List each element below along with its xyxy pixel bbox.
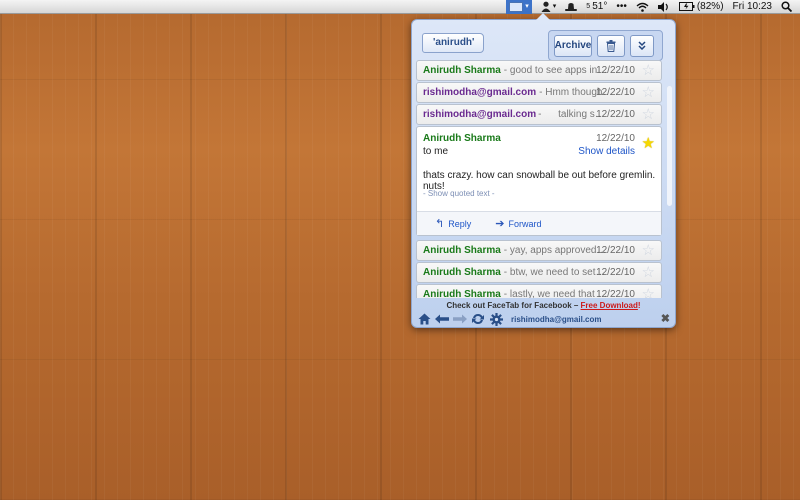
thread-row[interactable]: rishimodha@gmail.com - talking sn... 12/… [416,104,662,125]
forward-arrow-icon[interactable] [453,312,467,326]
thread-row[interactable]: Anirudh Sharma - yay, apps approved :) l… [416,240,662,261]
battery-icon[interactable]: (82%) [678,0,724,14]
thread-sender: Anirudh Sharma [423,267,501,278]
star-icon[interactable]: ☆ [642,265,655,280]
thread-date: 12/22/10 [596,109,635,120]
archive-button[interactable]: Archive [554,34,592,57]
promo-banner: Check out FaceTab for Facebook – Free Do… [412,301,675,310]
show-quoted-text-link[interactable]: - Show quoted text - [423,189,495,198]
thread-date: 12/22/10 [596,245,635,256]
spotlight-icon[interactable] [781,0,792,14]
thread-snippet: - btw, we need to setup ... [503,267,608,278]
thread-date: 12/22/10 [596,289,635,298]
double-chevron-down-icon [638,41,646,50]
promo-text: Check out FaceTab for Facebook – [446,301,581,310]
promo-end: ! [637,301,641,310]
thread-date: 12/22/10 [596,87,635,98]
weather-small-value: 5 [586,2,591,10]
refresh-icon[interactable] [471,312,485,326]
open-message: Anirudh Sharma 12/22/10 to me Show detai… [416,126,662,236]
user-icon[interactable]: ▾ [541,0,556,14]
more-actions-button[interactable] [630,34,654,57]
thread-sender: rishimodha@gmail.com [423,87,537,98]
reply-label: Reply [448,218,472,229]
thread-sender: Anirudh Sharma [423,65,501,76]
back-arrow-icon[interactable] [435,312,449,326]
clock[interactable]: Fri 10:23 [733,0,772,14]
thread-row[interactable]: Anirudh Sharma - good to see apps in re.… [416,60,662,81]
temperature-icon[interactable]: 5 51° [586,0,607,14]
dots-icon[interactable]: ••• [616,0,627,14]
back-to-search-button[interactable]: 'anirudh' [422,33,485,53]
thread-row[interactable]: rishimodha@gmail.com - Hmm thought ... 1… [416,82,662,103]
account-email: rishimodha@gmail.com [511,314,602,324]
message-date: 12/22/10 [596,133,635,144]
mail-popup: 'anirudh' Archive Anirudh Sharma - good … [411,13,676,328]
thread-sender: Anirudh Sharma [423,289,501,298]
thread-sender: rishimodha@gmail.com [423,109,537,120]
battery-percent: (82%) [696,0,724,12]
message-sender: Anirudh Sharma [423,133,501,144]
home-icon[interactable] [417,312,431,326]
thread-snippet: - yay, apps approved :) l... [503,245,608,256]
star-icon[interactable]: ☆ [642,85,655,100]
forward-label: Forward [508,218,542,229]
message-recipient: to me [423,146,449,157]
weather-temp: 51° [592,0,608,12]
thread-sender: Anirudh Sharma [423,245,501,256]
thread-row[interactable]: Anirudh Sharma - btw, we need to setup .… [416,262,662,283]
thread-date: 12/22/10 [596,267,635,278]
free-download-link[interactable]: Free Download [581,301,638,310]
popup-footer: rishimodha@gmail.com ✖ [417,312,670,326]
forward-arrow-icon: ➔ [495,218,505,230]
thread-snippet: - lastly, we need that to... [503,289,608,298]
volume-icon[interactable] [657,0,670,14]
wifi-icon[interactable] [636,0,649,14]
message-actions: ↰ Reply ➔ Forward [417,211,661,235]
star-icon[interactable]: ☆ [642,287,655,298]
reply-arrow-icon: ↰ [435,218,445,230]
thread-snippet: - [538,109,542,120]
thread-date: 12/22/10 [596,65,635,76]
mail-icon[interactable]: ▾ [506,0,532,14]
delete-button[interactable] [597,34,625,57]
hat-icon[interactable] [565,0,578,14]
thread-snippet: - good to see apps in re... [503,65,608,76]
menu-bar: ▾ ▾ 5 51° ••• (82%) Fri 10:23 [0,0,800,14]
forward-button[interactable]: ➔ Forward [495,217,541,230]
star-icon[interactable]: ☆ [642,63,655,78]
reply-button[interactable]: ↰ Reply [435,217,471,230]
thread-list: Anirudh Sharma - good to see apps in re.… [416,60,666,298]
trash-icon [606,39,616,52]
thread-row[interactable]: Anirudh Sharma - lastly, we need that to… [416,284,662,298]
star-icon[interactable]: ★ [642,136,655,151]
settings-gear-icon[interactable] [489,312,503,326]
close-icon[interactable]: ✖ [661,312,670,325]
message-toolbar: Archive [548,30,663,61]
star-icon[interactable]: ☆ [642,107,655,122]
scrollbar[interactable] [667,86,672,206]
star-icon[interactable]: ☆ [642,243,655,258]
show-details-link[interactable]: Show details [578,146,635,157]
